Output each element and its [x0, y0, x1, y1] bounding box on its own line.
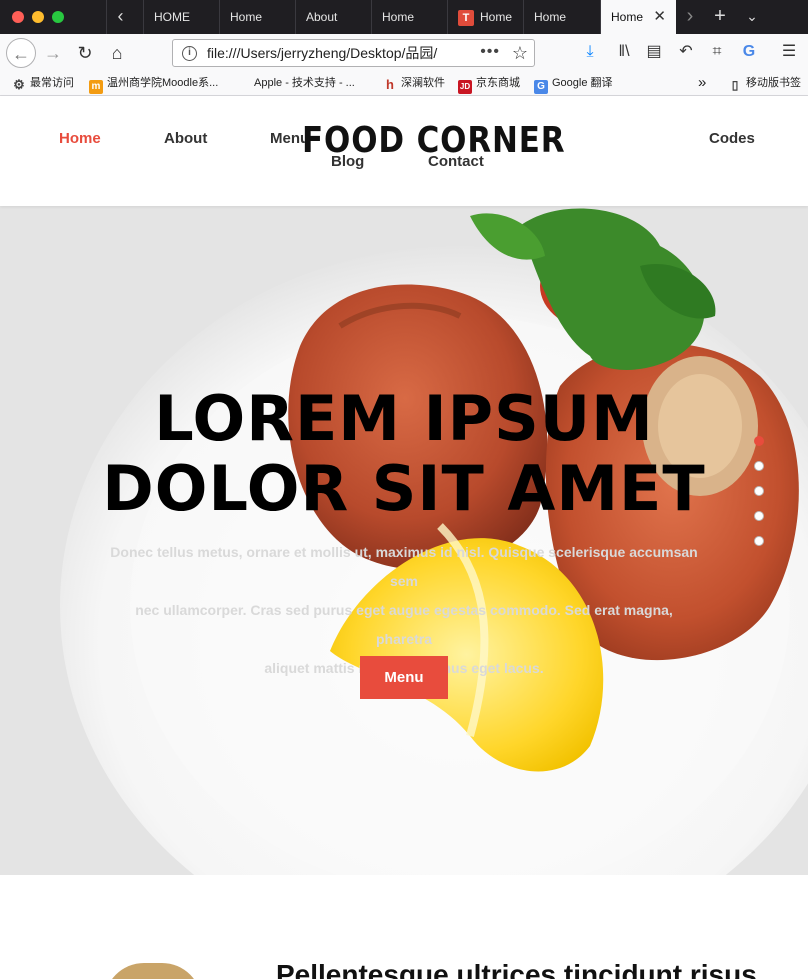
- phone-icon: ▯: [731, 78, 739, 92]
- tab-label: Home: [611, 10, 644, 24]
- close-window-button[interactable]: [12, 11, 24, 23]
- section-heading: Pellentesque ultrices tincidunt risus: [276, 959, 757, 979]
- tab-label: Home: [382, 10, 415, 24]
- more-bookmarks-chevron-icon[interactable]: »: [698, 72, 706, 94]
- google-translate-icon: G: [534, 80, 548, 94]
- t-favicon-icon: T: [458, 9, 474, 26]
- bookmark-label: Apple - 技术支持 - ...: [254, 77, 355, 89]
- tab-scroll-left-icon[interactable]: ‹: [106, 0, 134, 34]
- section-food-image: [104, 963, 202, 979]
- nav-codes-link[interactable]: Codes: [709, 130, 755, 147]
- browser-tab[interactable]: Home: [219, 0, 295, 34]
- browser-tab[interactable]: Home: [523, 0, 600, 34]
- bookmark-label: 深澜软件: [401, 77, 445, 89]
- bookmark-label: Google 翻译: [552, 77, 613, 89]
- undo-arrow-icon[interactable]: ↶: [672, 38, 700, 66]
- browser-tab-bar: ‹ HOME Home About Home T Home Home Home ✕…: [0, 0, 808, 34]
- browser-tab[interactable]: Home: [371, 0, 447, 34]
- google-translate-icon[interactable]: G: [735, 38, 763, 66]
- tab-scroll-right-icon[interactable]: ›: [680, 0, 700, 34]
- moodle-icon: m: [89, 80, 103, 94]
- bookmark-label: 最常访问: [30, 77, 74, 89]
- browser-tab[interactable]: About: [295, 0, 371, 34]
- tab-label: HOME: [154, 10, 190, 24]
- slider-dot-1[interactable]: [754, 436, 764, 446]
- slider-dot-4[interactable]: [754, 511, 764, 521]
- info-icon[interactable]: i: [182, 46, 197, 61]
- mobile-bookmarks-label: 移动版书签: [746, 77, 801, 89]
- crop-icon[interactable]: ⌗: [703, 38, 731, 66]
- bookmark-item[interactable]: JD 京东商城: [458, 72, 520, 94]
- download-icon[interactable]: ⤓: [576, 38, 604, 66]
- hero-title-line2: DOLOR SIT AMET: [102, 452, 706, 525]
- forward-arrow-icon[interactable]: →: [38, 38, 68, 68]
- hamburger-menu-icon[interactable]: ☰: [775, 38, 803, 66]
- nav-about-link[interactable]: About: [164, 130, 207, 147]
- content-section: Pellentesque ultrices tincidunt risus: [0, 875, 808, 979]
- mobile-bookmarks[interactable]: ▯ 移动版书签: [728, 72, 801, 94]
- browser-tab[interactable]: T Home: [447, 0, 523, 34]
- h-icon: h: [386, 77, 394, 92]
- page-actions-more-icon[interactable]: •••: [480, 40, 500, 64]
- browser-tab[interactable]: HOME: [143, 0, 219, 34]
- nav-blog-link[interactable]: Blog: [331, 153, 364, 170]
- slider-dot-3[interactable]: [754, 486, 764, 496]
- browser-toolbar: ← → ↻ ⌂ i file:///Users/jerryzheng/Deskt…: [0, 34, 808, 72]
- hero-title-line1: LOREM IPSUM: [154, 382, 654, 455]
- url-text[interactable]: file:///Users/jerryzheng/Desktop/品园/: [207, 40, 447, 66]
- bookmark-label: 京东商城: [476, 77, 520, 89]
- hero-menu-button[interactable]: Menu: [360, 656, 448, 699]
- nav-contact-link[interactable]: Contact: [428, 153, 484, 170]
- site-header: Home About Menu FOOD CORNER Blog Contact…: [0, 96, 808, 206]
- back-arrow-icon[interactable]: ←: [6, 38, 36, 68]
- tab-list-chevron-down-icon[interactable]: ⌄: [738, 0, 766, 34]
- slider-dot-5[interactable]: [754, 536, 764, 546]
- address-bar[interactable]: i file:///Users/jerryzheng/Desktop/品园/ •…: [172, 39, 535, 67]
- slider-dot-2[interactable]: [754, 461, 764, 471]
- bookmark-star-icon[interactable]: ☆: [512, 41, 528, 65]
- gear-icon: ⚙: [13, 77, 25, 92]
- fullscreen-window-button[interactable]: [52, 11, 64, 23]
- hero-text-line: nec ullamcorper. Cras sed purus eget aug…: [135, 602, 673, 647]
- apple-icon: [236, 75, 250, 89]
- library-icon[interactable]: ‖\: [610, 38, 638, 66]
- hero-text-line: Donec tellus metus, ornare et mollis ut,…: [110, 544, 698, 589]
- bookmark-item[interactable]: h 深澜软件: [383, 72, 445, 94]
- reload-icon[interactable]: ↻: [70, 38, 100, 68]
- tab-label: Home: [230, 10, 263, 24]
- nav-home-link[interactable]: Home: [59, 130, 101, 147]
- sidebar-icon[interactable]: ▤: [640, 38, 668, 66]
- hero-slider: LOREM IPSUM DOLOR SIT AMET Donec tellus …: [0, 206, 808, 875]
- tab-label: Home: [480, 10, 513, 24]
- close-tab-icon[interactable]: ✕: [653, 0, 666, 34]
- home-icon[interactable]: ⌂: [102, 38, 132, 68]
- bookmark-item[interactable]: ⚙ 最常访问: [12, 72, 74, 94]
- jd-icon: JD: [458, 80, 472, 94]
- bookmark-item[interactable]: G Google 翻译: [534, 72, 613, 94]
- tab-label: About: [306, 10, 338, 24]
- bookmark-item[interactable]: m 温州商学院Moodle系...: [89, 72, 218, 94]
- minimize-window-button[interactable]: [32, 11, 44, 23]
- tab-label: Home: [534, 10, 567, 24]
- new-tab-icon[interactable]: +: [706, 0, 734, 34]
- bookmark-item[interactable]: Apple - 技术支持 - ...: [236, 72, 355, 94]
- bookmark-label: 温州商学院Moodle系...: [107, 77, 219, 89]
- browser-tab-active[interactable]: Home ✕: [600, 0, 676, 34]
- bookmarks-bar: ⚙ 最常访问 m 温州商学院Moodle系... Apple - 技术支持 - ..…: [0, 72, 808, 96]
